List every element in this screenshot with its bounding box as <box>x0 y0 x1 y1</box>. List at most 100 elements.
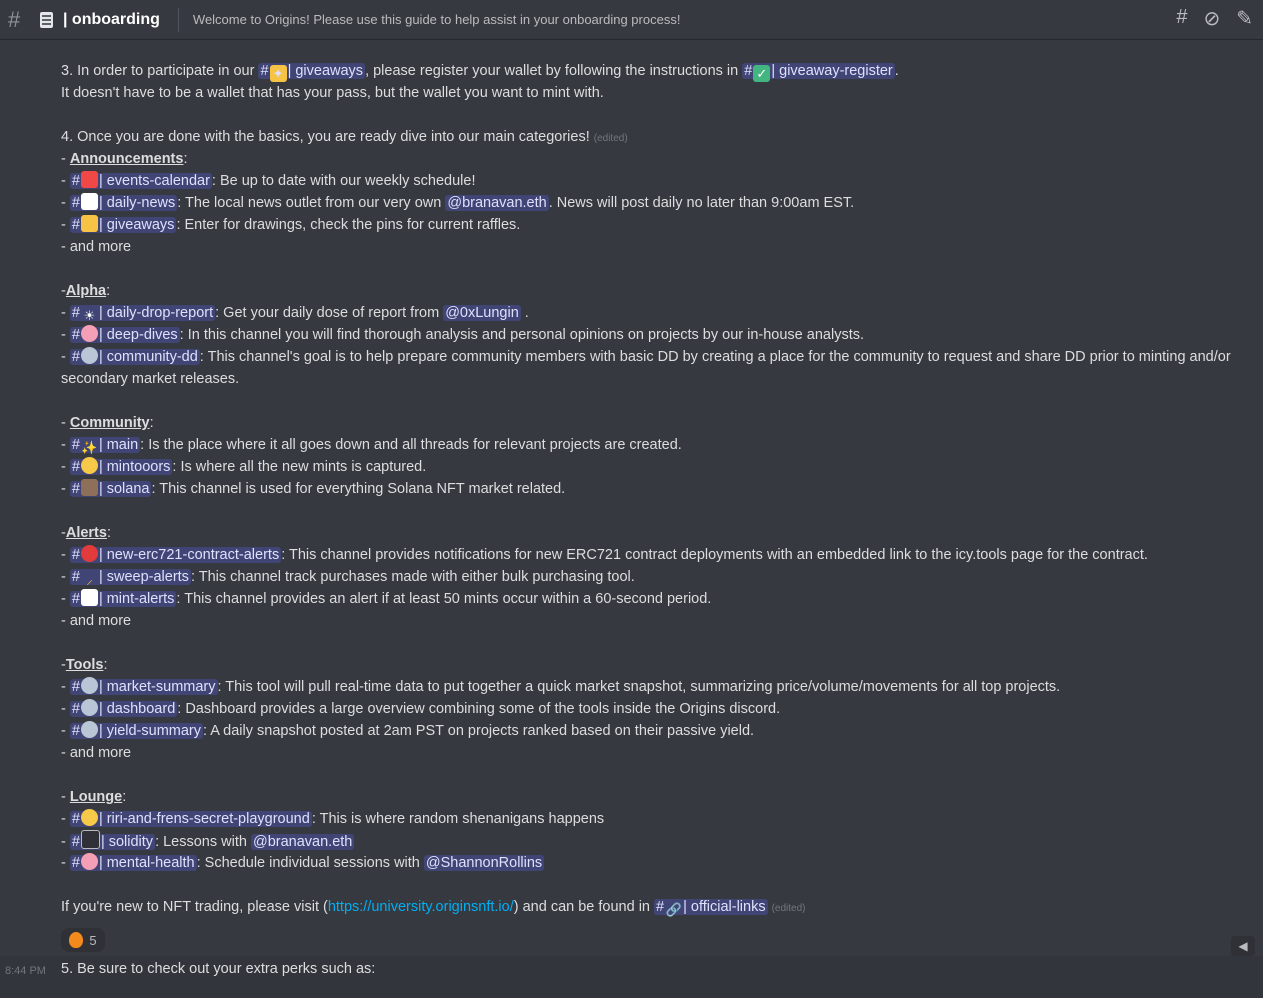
channel-hash-icon: # <box>8 6 21 32</box>
magnifying-glass-icon <box>80 721 98 738</box>
channel-mention-giveaways[interactable]: # ✦ | giveaways <box>258 63 366 82</box>
channel-mention[interactable]: #✨| main <box>69 437 141 455</box>
category-heading: -Tools: <box>61 657 108 673</box>
jump-icon[interactable]: ◀ <box>1231 936 1255 956</box>
message-timestamp: 8:44 PM <box>5 965 46 977</box>
list-item: - # | community-dd: This channel's goal i… <box>61 347 1231 387</box>
text: 3. In order to participate in our <box>61 63 259 79</box>
list-item: - and more <box>61 239 132 255</box>
message-line: 3. In order to participate in our # ✦ | gi… <box>61 63 899 82</box>
sun-icon: ☀ <box>83 308 96 323</box>
list-item: - # | yield-summary: A daily snapshot pos… <box>61 721 755 739</box>
channel-mention[interactable]: # | mint-alerts <box>69 589 177 607</box>
edited-tag: (edited) <box>593 133 628 144</box>
magnifying-glass-icon <box>80 699 98 716</box>
channel-mention[interactable]: # | events-calendar <box>69 171 212 189</box>
fire-reaction[interactable]: 5 <box>61 928 105 952</box>
message-text: 5. Be sure to check out your extra perks… <box>61 961 376 977</box>
fire-icon <box>69 932 84 948</box>
channel-mention[interactable]: # | community-dd <box>69 347 200 365</box>
threads-icon[interactable]: # <box>1176 6 1187 31</box>
edited-tag: (edited) <box>771 903 806 914</box>
channel-mention[interactable]: # ☀ | daily-drop-report <box>69 305 216 323</box>
channel-mention[interactable]: # | solana <box>69 479 152 497</box>
channel-mention[interactable]: # | market-summary <box>69 677 218 695</box>
channel-mention[interactable]: # | mintooors <box>69 457 173 475</box>
mute-icon[interactable]: ⊘ <box>1203 6 1220 31</box>
channel-mention[interactable]: # | deep-dives <box>69 325 180 343</box>
header-toolbar: # ⊘ ✎ <box>1176 6 1253 31</box>
list-item: - # | mint-alerts: This channel provides … <box>61 589 712 607</box>
list-item: - # | events-calendar: Be up to date with… <box>61 171 476 189</box>
channel-mention[interactable]: # | daily-news <box>69 193 178 211</box>
brain-icon <box>80 325 98 342</box>
magnifying-glass-icon <box>80 677 98 694</box>
channel-mention[interactable]: # | giveaways <box>69 215 177 233</box>
message-line: If you're new to NFT trading, please vis… <box>61 899 806 917</box>
link-icon: 🔗 <box>665 902 682 917</box>
list-item: - # | mental-health: Schedule individual … <box>61 853 545 871</box>
channel-mention[interactable]: # | riri-and-frens-secret-playground <box>69 809 312 827</box>
list-item: - # | solidity: Lessons with @branavan.et… <box>61 830 1251 852</box>
list-item: - # | new-erc721-contract-alerts: This ch… <box>61 545 1148 563</box>
list-item: - and more <box>61 745 132 761</box>
user-mention[interactable]: @0xLungin <box>443 305 521 321</box>
channel-mention[interactable]: # | yield-summary <box>69 721 203 739</box>
message-line: It doesn't have to be a wallet that has … <box>61 85 604 101</box>
list-item: - # ⸝ | sweep-alerts: This channel track p… <box>61 569 635 587</box>
message-content: 3. In order to participate in our # ✦ | gi… <box>61 60 1251 918</box>
list-item: - # ☀ | daily-drop-report: Get your daily … <box>61 305 529 323</box>
laptop-icon <box>80 830 100 849</box>
list-item: - and more <box>61 613 132 629</box>
text: , please register your wallet by followi… <box>365 63 743 79</box>
list-item: - # | daily-news: The local news outlet f… <box>61 193 855 211</box>
channel-mention[interactable]: # | mental-health <box>69 853 197 871</box>
category-heading: - Announcements: <box>61 151 188 167</box>
party-popper-icon: ✦ <box>269 65 287 82</box>
list-item: - # | dashboard: Dashboard provides a lar… <box>61 699 781 717</box>
film-icon <box>80 479 98 496</box>
category-heading: - Community: <box>61 415 154 431</box>
magnifying-glass-icon <box>80 347 98 364</box>
pin-icon[interactable]: ✎ <box>1236 6 1253 31</box>
channel-topic[interactable]: Welcome to Origins! Please use this guid… <box>193 12 681 27</box>
message-line: 4. Once you are done with the basics, yo… <box>61 129 628 145</box>
list-item: - # | riri-and-frens-secret-playground: T… <box>61 809 605 827</box>
list-item: - # | mintooors: Is where all the new min… <box>61 457 427 475</box>
chart-icon <box>80 193 98 210</box>
calendar-icon <box>80 171 98 188</box>
list-item: - # | solana: This channel is used for ev… <box>61 479 566 497</box>
party-popper-icon <box>80 215 98 232</box>
category-heading: - Lounge: <box>61 789 127 805</box>
document-icon <box>40 11 53 28</box>
list-item: - # | deep-dives: In this channel you wil… <box>61 325 864 343</box>
category-heading: -Alerts: <box>61 525 111 541</box>
chart-icon <box>80 589 98 606</box>
siren-icon <box>80 545 98 562</box>
user-mention[interactable]: @branavan.eth <box>445 195 549 211</box>
list-item: - #✨| main: Is the place where it all go… <box>61 437 682 455</box>
broom-icon: ⸝ <box>86 572 93 587</box>
channel-mention[interactable]: # | solidity <box>69 830 156 850</box>
brain-icon <box>80 853 98 870</box>
next-message: 8:44 PM 5. Be sure to check out your ext… <box>0 956 1263 998</box>
channel-mention-official-links[interactable]: #🔗| official-links <box>654 899 768 917</box>
channel-mention-giveaway-register[interactable]: # ✓ | giveaway-register <box>742 63 895 82</box>
channel-mention[interactable]: # | dashboard <box>69 699 178 717</box>
user-mention[interactable]: @branavan.eth <box>250 834 355 850</box>
check-mark-icon: ✓ <box>753 65 771 82</box>
channel-header: # | onboarding Welcome to Origins! Pleas… <box>0 0 1263 40</box>
category-heading: -Alpha: <box>61 283 111 299</box>
user-mention[interactable]: @ShannonRollins <box>423 855 545 871</box>
university-link[interactable]: https://university.originsnft.io/ <box>328 899 514 915</box>
channel-mention[interactable]: # ⸝ | sweep-alerts <box>69 569 191 587</box>
upside-down-face-icon <box>80 809 98 826</box>
list-item: - # | market-summary: This tool will pull… <box>61 677 1061 695</box>
list-item: - # | giveaways: Enter for drawings, chec… <box>61 215 521 233</box>
smiling-face-icon <box>80 457 98 474</box>
reaction-count: 5 <box>89 932 97 948</box>
channel-mention[interactable]: # | new-erc721-contract-alerts <box>69 545 282 563</box>
header-divider <box>177 7 179 32</box>
sparkles-icon: ✨ <box>81 440 98 455</box>
channel-title: | onboarding <box>63 10 160 28</box>
